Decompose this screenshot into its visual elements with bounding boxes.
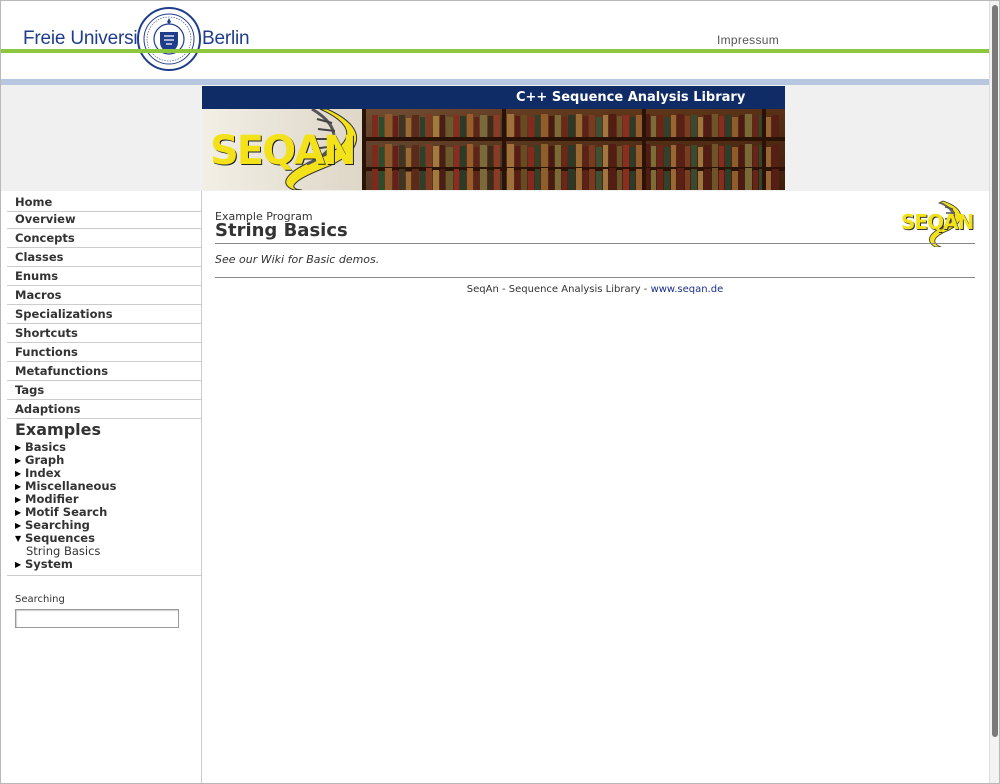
left-navigation: Home Overview Concepts Classes Enums Mac… — [1, 191, 202, 783]
nav-item-overview[interactable]: Overview — [7, 210, 201, 229]
footer-text: SeqAn - Sequence Analysis Library - — [466, 284, 651, 295]
collapsed-triangle-icon: ▶ — [15, 508, 22, 517]
examples-item-label: Sequences — [25, 531, 95, 545]
examples-item-label: Miscellaneous — [25, 479, 117, 493]
collapsed-triangle-icon: ▶ — [15, 495, 22, 504]
seqan-banner: C++ Sequence Analysis Library SEQAN — [202, 86, 785, 190]
wiki-link[interactable]: Wiki — [261, 253, 284, 266]
nav-item-metafunctions[interactable]: Metafunctions — [7, 362, 201, 381]
collapsed-triangle-icon: ▶ — [15, 521, 22, 530]
examples-item-label: Searching — [25, 518, 90, 532]
description-prefix: See our — [215, 253, 261, 266]
nav-divider — [7, 575, 201, 576]
examples-item-label: Motif Search — [25, 505, 108, 519]
nav-item-enums[interactable]: Enums — [7, 267, 201, 286]
collapsed-triangle-icon: ▶ — [15, 482, 22, 491]
seqan-small-logo: SEQAN — [901, 199, 975, 248]
small-logo-text: SEQAN — [901, 210, 974, 234]
nav-item-tags[interactable]: Tags — [7, 381, 201, 400]
nav-item-shortcuts[interactable]: Shortcuts — [7, 324, 201, 343]
vertical-scrollbar[interactable] — [989, 1, 999, 783]
examples-item-label: Modifier — [25, 492, 79, 506]
collapsed-triangle-icon: ▶ — [15, 456, 22, 465]
nav-item-macros[interactable]: Macros — [7, 286, 201, 305]
impressum-link[interactable]: Impressum — [717, 33, 779, 47]
nav-item-functions[interactable]: Functions — [7, 343, 201, 362]
collapsed-triangle-icon: ▶ — [15, 443, 22, 452]
nav-item-specializations[interactable]: Specializations — [7, 305, 201, 324]
nav-item-adaptions[interactable]: Adaptions — [7, 400, 201, 419]
university-seal-icon — [137, 7, 201, 71]
description-suffix: for Basic demos. — [284, 253, 380, 266]
examples-item-system[interactable]: ▶ System — [15, 558, 73, 571]
main-content: Example Program String Basics SEQAN See … — [215, 191, 975, 783]
nav-item-classes[interactable]: Classes — [7, 248, 201, 267]
university-name-right: Berlin — [202, 28, 250, 49]
examples-heading: Examples — [15, 420, 102, 439]
search-input[interactable] — [15, 609, 179, 628]
page-footer: SeqAn - Sequence Analysis Library - www.… — [215, 284, 975, 295]
collapsed-triangle-icon: ▶ — [15, 469, 22, 478]
seqan-website-link[interactable]: www.seqan.de — [651, 284, 724, 295]
examples-item-label: Index — [25, 466, 61, 480]
footer-rule — [215, 277, 975, 278]
nav-item-concepts[interactable]: Concepts — [7, 229, 201, 248]
banner-seqan-logo: SEQAN — [210, 128, 357, 174]
examples-item-label: System — [25, 557, 73, 571]
site-header: Freie Universität Berlin Impressum — [1, 1, 999, 87]
collapsed-triangle-icon: ▶ — [15, 560, 22, 569]
browser-page: Freie Universität Berlin Impressum C++ S… — [0, 0, 1000, 784]
examples-item-label: Basics — [25, 440, 66, 454]
search-label: Searching — [15, 594, 65, 605]
page-description: See our Wiki for Basic demos. — [215, 253, 379, 266]
header-green-line — [1, 49, 999, 53]
banner-title: C++ Sequence Analysis Library — [202, 86, 785, 109]
page-title: String Basics — [215, 220, 348, 241]
expanded-triangle-icon: ▼ — [15, 534, 22, 543]
examples-item-label: Graph — [25, 453, 65, 467]
scrollbar-thumb[interactable] — [992, 5, 998, 737]
title-rule — [215, 243, 975, 244]
